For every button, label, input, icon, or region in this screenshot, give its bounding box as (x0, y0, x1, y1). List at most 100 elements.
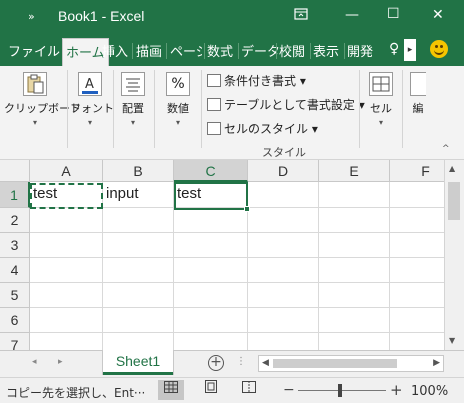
format-as-table-button[interactable]: テーブルとして書式設定 ▾ (207, 96, 365, 113)
conditional-formatting-button[interactable]: 条件付き書式 ▾ (207, 72, 306, 89)
cell-b1[interactable]: input (103, 182, 174, 208)
cell-f7[interactable] (390, 333, 444, 350)
collapse-ribbon-icon[interactable]: ^ (442, 144, 450, 154)
cell-b5[interactable] (103, 283, 174, 308)
cell-c3[interactable] (174, 233, 248, 258)
row-header-4[interactable]: 4 (0, 258, 30, 283)
scroll-down-icon[interactable]: ▼ (449, 336, 455, 345)
column-header-d[interactable]: D (248, 160, 319, 182)
cell-d7[interactable] (248, 333, 319, 350)
cell-a6[interactable] (30, 308, 103, 333)
page-break-preview-button[interactable] (236, 380, 262, 400)
column-header-a[interactable]: A (30, 160, 103, 182)
vertical-scrollbar[interactable]: ▲ ▼ (444, 160, 464, 350)
cell-a5[interactable] (30, 283, 103, 308)
column-header-c[interactable]: C (174, 160, 248, 182)
select-all-button[interactable] (0, 160, 30, 182)
sheet-next-icon[interactable]: ▸ (58, 357, 63, 367)
cell-d6[interactable] (248, 308, 319, 333)
zoom-level[interactable]: 100% (411, 384, 448, 399)
maximize-button[interactable]: ☐ (387, 6, 400, 22)
cell-c5[interactable] (174, 283, 248, 308)
cell-a3[interactable] (30, 233, 103, 258)
cell-b4[interactable] (103, 258, 174, 283)
cell-a2[interactable] (30, 208, 103, 233)
minimize-button[interactable]: — (345, 7, 359, 23)
normal-view-button[interactable] (158, 380, 184, 400)
tab-data[interactable]: データ (241, 41, 280, 60)
cell-e2[interactable] (319, 208, 390, 233)
worksheet-grid[interactable]: A B C D E F 1 2 3 4 5 6 7 test input tes… (0, 160, 444, 350)
scroll-right-icon[interactable]: ▶ (433, 358, 440, 368)
cell-a1[interactable]: test (30, 182, 103, 208)
cell-a7[interactable] (30, 333, 103, 350)
close-button[interactable]: ✕ (432, 7, 444, 23)
cell-e5[interactable] (319, 283, 390, 308)
row-header-7[interactable]: 7 (0, 333, 30, 350)
cell-e1[interactable] (319, 182, 390, 208)
tab-formulas[interactable]: 数式 (207, 41, 233, 60)
cell-c1[interactable]: test (174, 182, 248, 208)
cell-a4[interactable] (30, 258, 103, 283)
cell-c7[interactable] (174, 333, 248, 350)
cell-c6[interactable] (174, 308, 248, 333)
cell-b2[interactable] (103, 208, 174, 233)
tab-insert[interactable]: 挿入 (102, 41, 128, 60)
tab-file[interactable]: ファイル (8, 41, 60, 60)
cell-d2[interactable] (248, 208, 319, 233)
feedback-smiley-icon[interactable] (430, 40, 448, 58)
column-header-f[interactable]: F (390, 160, 444, 182)
tab-developer[interactable]: 開発 (347, 41, 373, 60)
tab-page-layout[interactable]: ページ (170, 41, 202, 60)
cell-styles-button[interactable]: セルのスタイル ▾ (207, 120, 318, 137)
tab-view[interactable]: 表示 (313, 41, 339, 60)
horizontal-scrollbar[interactable]: ◀ ▶ (258, 355, 444, 372)
cells-group-button[interactable]: セル ▾ (364, 72, 398, 127)
cell-f2[interactable] (390, 208, 444, 233)
column-header-e[interactable]: E (319, 160, 390, 182)
row-header-2[interactable]: 2 (0, 208, 30, 233)
cell-d3[interactable] (248, 233, 319, 258)
add-sheet-button[interactable]: + (208, 355, 224, 371)
cell-e7[interactable] (319, 333, 390, 350)
font-group-button[interactable]: A フォント ▾ (70, 72, 114, 127)
row-header-1[interactable]: 1 (0, 182, 30, 208)
vertical-scroll-thumb[interactable] (448, 182, 460, 220)
cell-e3[interactable] (319, 233, 390, 258)
scroll-left-icon[interactable]: ◀ (262, 358, 269, 368)
row-header-5[interactable]: 5 (0, 283, 30, 308)
zoom-out-button[interactable]: − (283, 382, 295, 398)
cell-f6[interactable] (390, 308, 444, 333)
cell-e4[interactable] (319, 258, 390, 283)
zoom-slider[interactable] (298, 390, 386, 391)
cell-b3[interactable] (103, 233, 174, 258)
quick-access-customize-icon[interactable]: » (28, 10, 35, 23)
cell-f5[interactable] (390, 283, 444, 308)
horizontal-scroll-thumb[interactable] (273, 359, 397, 368)
cell-f4[interactable] (390, 258, 444, 283)
clipboard-group-button[interactable]: クリップボード ▾ (4, 72, 81, 127)
tab-draw[interactable]: 描画 (136, 41, 162, 60)
editing-group-button[interactable]: 編 (408, 72, 428, 116)
cell-c2[interactable] (174, 208, 248, 233)
cell-f1[interactable] (390, 182, 444, 208)
ribbon-display-options-icon[interactable] (294, 7, 308, 25)
zoom-slider-knob[interactable] (338, 384, 342, 397)
cell-c4[interactable] (174, 258, 248, 283)
cell-d5[interactable] (248, 283, 319, 308)
sheet-tab-sheet1[interactable]: Sheet1 (103, 350, 173, 375)
tab-split-handle[interactable]: ⋮ (236, 356, 246, 367)
fill-handle[interactable] (244, 206, 250, 212)
page-layout-view-button[interactable] (198, 380, 224, 400)
cell-e6[interactable] (319, 308, 390, 333)
cell-f3[interactable] (390, 233, 444, 258)
number-group-button[interactable]: % 数値 ▾ (158, 72, 198, 127)
tab-review[interactable]: 校閲 (279, 41, 305, 60)
cell-b7[interactable] (103, 333, 174, 350)
row-header-6[interactable]: 6 (0, 308, 30, 333)
scroll-up-icon[interactable]: ▲ (449, 164, 455, 173)
cell-d4[interactable] (248, 258, 319, 283)
sheet-prev-icon[interactable]: ◂ (32, 357, 37, 367)
alignment-group-button[interactable]: 配置 ▾ (116, 72, 150, 127)
zoom-in-button[interactable]: + (390, 381, 403, 399)
